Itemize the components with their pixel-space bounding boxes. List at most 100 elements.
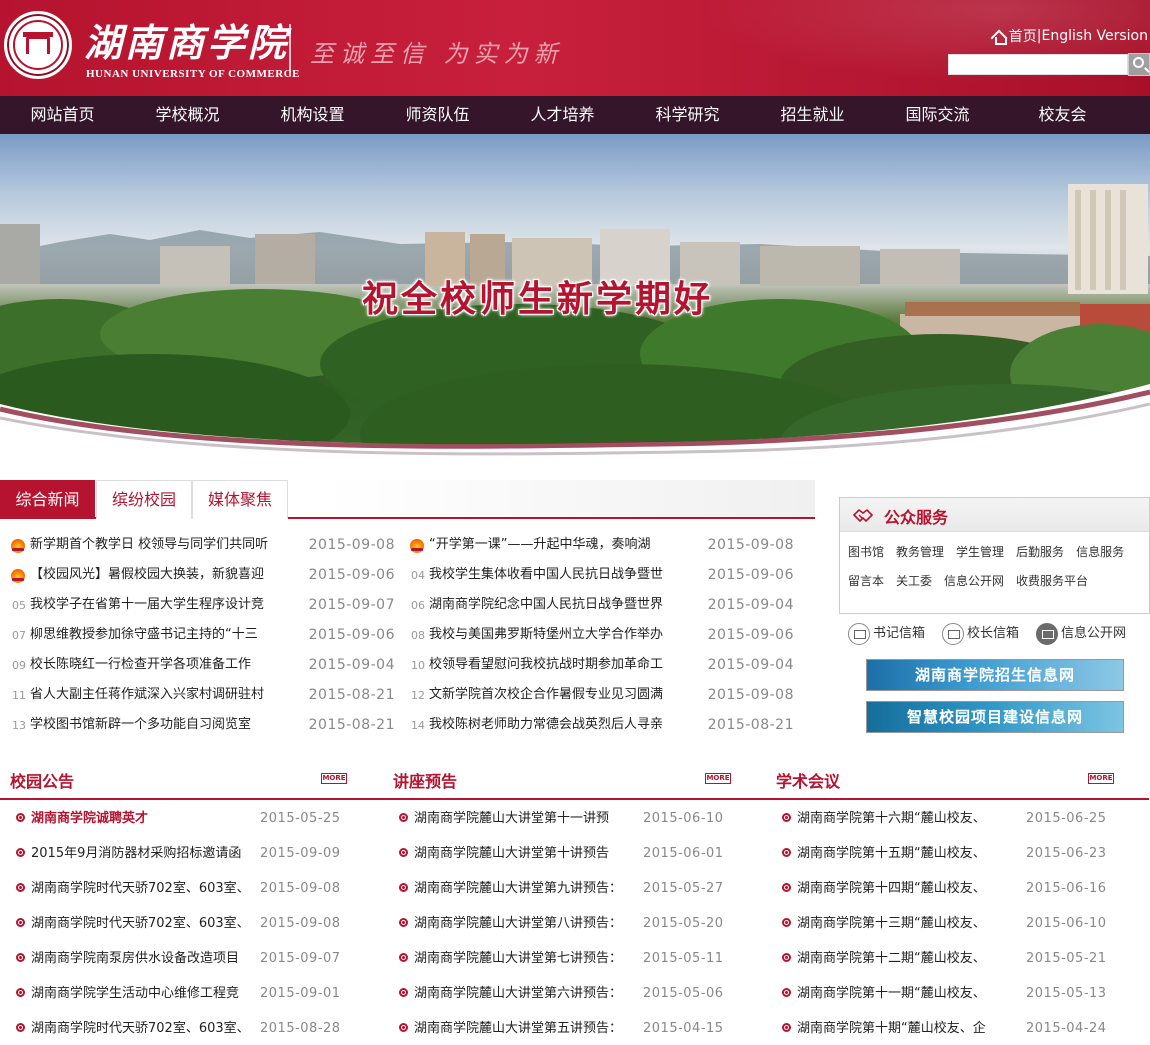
item-title[interactable]: 湖南商学院时代天骄702室、603室、 (31, 1011, 260, 1045)
service-link[interactable]: 学生管理 (956, 538, 1004, 567)
service-link[interactable]: 教务管理 (896, 538, 944, 567)
column-list-item[interactable]: 湖南商学院第十一期“麓山校友、 2015-05-13 (766, 976, 1106, 1011)
column-list-item[interactable]: 湖南商学院第十二期“麓山校友、 2015-05-21 (766, 941, 1106, 976)
service-link[interactable]: 信息公开网 (944, 567, 1004, 596)
news-item[interactable]: 07 柳思维教授参加徐守盛书记主持的“十三 2015-09-06 (8, 620, 395, 650)
home-link[interactable]: 首页 (1009, 26, 1037, 46)
item-title[interactable]: 湖南商学院第十期“麓山校友、企 (797, 1011, 1026, 1045)
column-list-item[interactable]: 湖南商学院第十三期“麓山校友、 2015-06-10 (766, 906, 1106, 941)
item-title[interactable]: 湖南商学院时代天骄702室、603室、 (31, 871, 260, 906)
news-item[interactable]: 12 文新学院首次校企合作暑假专业见习圆满 2015-09-08 (407, 680, 794, 710)
item-title[interactable]: 湖南商学院麓山大讲堂第七讲预告： (414, 941, 643, 976)
search-button[interactable] (1128, 53, 1150, 76)
news-item[interactable]: 08 我校与美国弗罗斯特堡州立大学合作举办 2015-09-06 (407, 620, 794, 650)
nav-item-4[interactable]: 人才培养 (500, 96, 625, 134)
search-input[interactable] (948, 54, 1128, 75)
mailbox-link[interactable]: 书记信箱 (848, 622, 925, 646)
column-list-item[interactable]: 湖南商学院南泵房供水设备改造项目 2015-09-07 (0, 941, 340, 976)
home-icon[interactable] (991, 28, 1007, 45)
item-title[interactable]: 湖南商学院麓山大讲堂第十一讲预 (414, 801, 643, 836)
column-list-item[interactable]: 湖南商学院第十六期“麓山校友、 2015-06-25 (766, 801, 1106, 836)
news-title[interactable]: 我校陈树老师助力常德会战英烈后人寻亲 (429, 710, 694, 740)
column-list-item[interactable]: 湖南商学院时代天骄702室、603室、 2015-09-08 (0, 906, 340, 941)
column-list-item[interactable]: 湖南商学院麓山大讲堂第九讲预告： 2015-05-27 (383, 871, 723, 906)
column-list-item[interactable]: 湖南商学院第十四期“麓山校友、 2015-06-16 (766, 871, 1106, 906)
item-title[interactable]: 湖南商学院麓山大讲堂第六讲预告： (414, 976, 643, 1011)
column-list-item[interactable]: 湖南商学院学生活动中心维修工程竞 2015-09-01 (0, 976, 340, 1011)
news-item[interactable]: 【校园风光】暑假校园大换装，新貌喜迎 2015-09-06 (8, 560, 395, 590)
more-button[interactable]: MORE (1088, 773, 1114, 784)
nav-item-6[interactable]: 招生就业 (750, 96, 875, 134)
news-title[interactable]: 我校学子在省第十一届大学生程序设计竞 (30, 590, 295, 620)
smart-campus-banner-link[interactable]: 智慧校园项目建设信息网 (866, 701, 1124, 733)
item-title[interactable]: 湖南商学院第十六期“麓山校友、 (797, 801, 1026, 836)
news-item[interactable]: 06 湖南商学院纪念中国人民抗日战争暨世界 2015-09-04 (407, 590, 794, 620)
service-link[interactable]: 收费服务平台 (1016, 567, 1088, 596)
news-title[interactable]: 校领导看望慰问我校抗战时期参加革命工 (429, 650, 694, 680)
item-title[interactable]: 湖南商学院时代天骄702室、603室、 (31, 906, 260, 941)
column-list-item[interactable]: 湖南商学院麓山大讲堂第十一讲预 2015-06-10 (383, 801, 723, 836)
news-title[interactable]: 文新学院首次校企合作暑假专业见习圆满 (429, 680, 694, 710)
admissions-banner-link[interactable]: 湖南商学院招生信息网 (866, 659, 1124, 691)
tab-media[interactable]: 媒体聚焦 (192, 480, 288, 519)
news-item[interactable]: 10 校领导看望慰问我校抗战时期参加革命工 2015-09-04 (407, 650, 794, 680)
nav-item-0[interactable]: 网站首页 (0, 96, 125, 134)
news-title[interactable]: 新学期首个教学日 校领导与同学们共同听 (30, 530, 295, 560)
school-logo[interactable] (4, 11, 72, 79)
item-title[interactable]: 湖南商学院诚聘英才 (31, 801, 260, 836)
item-title[interactable]: 2015年9月消防器材采购招标邀请函 (31, 836, 260, 871)
nav-item-1[interactable]: 学校概况 (125, 96, 250, 134)
service-link[interactable]: 留言本 (848, 567, 884, 596)
news-item[interactable]: 09 校长陈晓红一行检查开学各项准备工作 2015-09-04 (8, 650, 395, 680)
column-list-item[interactable]: 湖南商学院麓山大讲堂第十讲预告 2015-06-01 (383, 836, 723, 871)
item-title[interactable]: 湖南商学院麓山大讲堂第五讲预告： (414, 1011, 643, 1045)
news-item[interactable]: 13 学校图书馆新辟一个多功能自习阅览室 2015-08-21 (8, 710, 395, 740)
news-title[interactable]: 柳思维教授参加徐守盛书记主持的“十三 (30, 620, 295, 650)
column-list-item[interactable]: 2015年9月消防器材采购招标邀请函 2015-09-09 (0, 836, 340, 871)
service-link[interactable]: 关工委 (896, 567, 932, 596)
item-title[interactable]: 湖南商学院第十五期“麓山校友、 (797, 836, 1026, 871)
news-title[interactable]: “开学第一课”——升起中华魂，奏响湖 (429, 530, 694, 560)
item-title[interactable]: 湖南商学院麓山大讲堂第十讲预告 (414, 836, 643, 871)
news-title[interactable]: 学校图书馆新辟一个多功能自习阅览室 (30, 710, 295, 740)
column-list-item[interactable]: 湖南商学院麓山大讲堂第七讲预告： 2015-05-11 (383, 941, 723, 976)
nav-item-2[interactable]: 机构设置 (250, 96, 375, 134)
service-link[interactable]: 后勤服务 (1016, 538, 1064, 567)
item-title[interactable]: 湖南商学院学生活动中心维修工程竞 (31, 976, 260, 1011)
news-item[interactable]: 新学期首个教学日 校领导与同学们共同听 2015-09-08 (8, 530, 395, 560)
nav-item-7[interactable]: 国际交流 (875, 96, 1000, 134)
column-list-item[interactable]: 湖南商学院麓山大讲堂第八讲预告： 2015-05-20 (383, 906, 723, 941)
column-list-item[interactable]: 湖南商学院时代天骄702室、603室、 2015-09-08 (0, 871, 340, 906)
column-list-item[interactable]: 湖南商学院时代天骄702室、603室、 2015-08-28 (0, 1011, 340, 1045)
news-item[interactable]: 04 我校学生集体收看中国人民抗日战争暨世 2015-09-06 (407, 560, 794, 590)
news-item[interactable]: “开学第一课”——升起中华魂，奏响湖 2015-09-08 (407, 530, 794, 560)
news-title[interactable]: 我校学生集体收看中国人民抗日战争暨世 (429, 560, 694, 590)
english-version-link[interactable]: English Version (1042, 28, 1148, 44)
nav-item-5[interactable]: 科学研究 (625, 96, 750, 134)
more-button[interactable]: MORE (705, 773, 731, 784)
service-link[interactable]: 信息服务 (1076, 538, 1124, 567)
column-list-item[interactable]: 湖南商学院第十期“麓山校友、企 2015-04-24 (766, 1011, 1106, 1045)
news-item[interactable]: 11 省人大副主任蒋作斌深入兴家村调研驻村 2015-08-21 (8, 680, 395, 710)
item-title[interactable]: 湖南商学院第十四期“麓山校友、 (797, 871, 1026, 906)
mailbox-link[interactable]: 校长信箱 (942, 622, 1019, 646)
news-item[interactable]: 14 我校陈树老师助力常德会战英烈后人寻亲 2015-08-21 (407, 710, 794, 740)
item-title[interactable]: 湖南商学院南泵房供水设备改造项目 (31, 941, 260, 976)
service-link[interactable]: 图书馆 (848, 538, 884, 567)
news-item[interactable]: 05 我校学子在省第十一届大学生程序设计竞 2015-09-07 (8, 590, 395, 620)
news-title[interactable]: 校长陈晓红一行检查开学各项准备工作 (30, 650, 295, 680)
item-title[interactable]: 湖南商学院麓山大讲堂第九讲预告： (414, 871, 643, 906)
column-list-item[interactable]: 湖南商学院麓山大讲堂第六讲预告： 2015-05-06 (383, 976, 723, 1011)
tab-campus[interactable]: 缤纷校园 (96, 480, 192, 519)
item-title[interactable]: 湖南商学院第十三期“麓山校友、 (797, 906, 1026, 941)
item-title[interactable]: 湖南商学院第十一期“麓山校友、 (797, 976, 1026, 1011)
more-button[interactable]: MORE (321, 773, 347, 784)
news-title[interactable]: 湖南商学院纪念中国人民抗日战争暨世界 (429, 590, 694, 620)
news-title[interactable]: 我校与美国弗罗斯特堡州立大学合作举办 (429, 620, 694, 650)
item-title[interactable]: 湖南商学院第十二期“麓山校友、 (797, 941, 1026, 976)
column-list-item[interactable]: 湖南商学院第十五期“麓山校友、 2015-06-23 (766, 836, 1106, 871)
nav-item-8[interactable]: 校友会 (1000, 96, 1125, 134)
nav-item-3[interactable]: 师资队伍 (375, 96, 500, 134)
column-list-item[interactable]: 湖南商学院诚聘英才 2015-05-25 (0, 801, 340, 836)
item-title[interactable]: 湖南商学院麓山大讲堂第八讲预告： (414, 906, 643, 941)
